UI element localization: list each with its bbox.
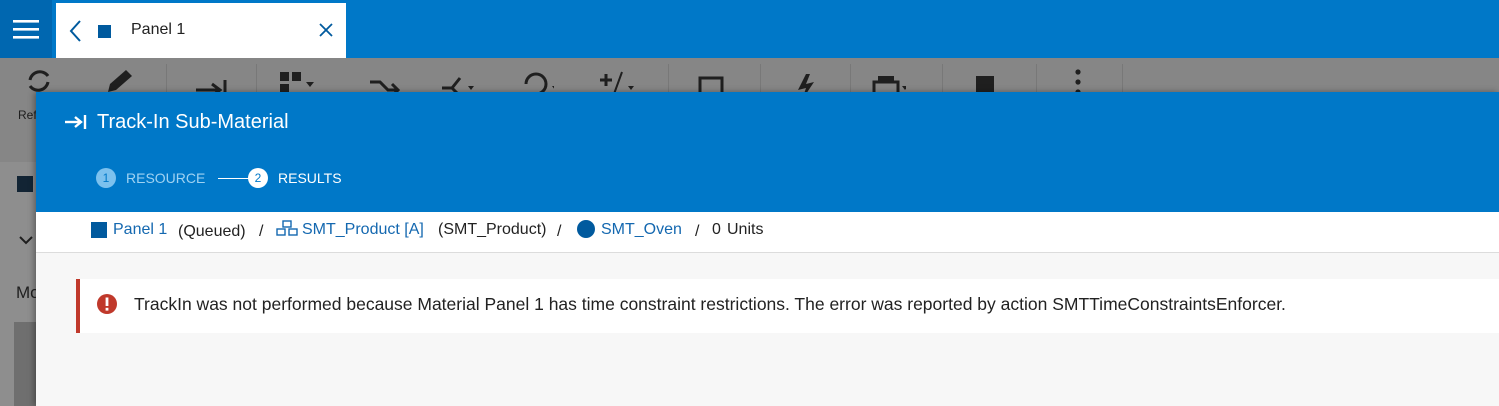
units-count: 0 [712,221,721,238]
step-number: 1 [96,168,116,188]
material-icon [98,25,111,38]
step-results[interactable]: 2 RESULTS [248,168,342,188]
product-icon [276,220,298,236]
close-icon[interactable] [318,22,334,38]
product-link[interactable]: SMT_Product [A] [302,221,424,239]
breadcrumb-separator: / [557,223,562,240]
breadcrumb: Panel 1 (Queued) / SMT_Product [A] (SMT_… [36,212,1499,253]
material-link[interactable]: Panel 1 [113,221,167,239]
resource-link[interactable]: SMT_Oven [601,221,682,239]
tab-panel-1[interactable]: Panel 1 [56,3,346,58]
units-label: Units [727,221,764,238]
track-in-dialog: Track-In Sub-Material 1 RESOURCE 2 RESUL… [36,92,1499,406]
material-icon [91,222,107,238]
tab-label: Panel 1 [131,21,186,38]
breadcrumb-separator: / [695,223,700,240]
step-label: RESOURCE [126,170,206,186]
step-connector [218,178,250,179]
menu-icon [13,20,39,39]
track-in-header-icon [65,115,87,129]
error-message-box: TrackIn was not performed because Materi… [76,279,1499,333]
step-label: RESULTS [278,170,342,186]
dialog-header: Track-In Sub-Material 1 RESOURCE 2 RESUL… [36,92,1499,212]
back-icon[interactable] [68,19,84,43]
top-bar: Panel 1 [0,0,1499,58]
step-resource[interactable]: 1 RESOURCE [96,168,205,188]
error-icon [97,294,117,314]
menu-button[interactable] [0,0,52,58]
error-text: TrackIn was not performed because Materi… [134,294,1286,314]
breadcrumb-separator: / [259,223,264,240]
resource-icon [577,220,595,238]
product-name: (SMT_Product) [438,221,547,238]
step-number: 2 [248,168,268,188]
material-state: (Queued) [178,223,246,240]
dialog-title: Track-In Sub-Material [97,111,289,133]
